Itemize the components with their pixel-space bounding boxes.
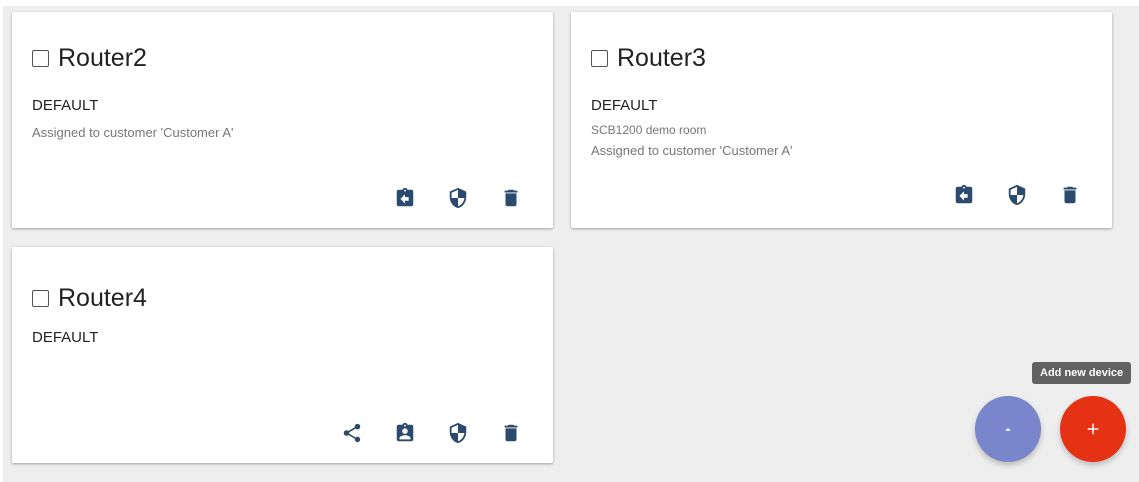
select-checkbox[interactable] <box>32 289 49 307</box>
select-checkbox[interactable] <box>32 49 49 67</box>
plus-icon <box>1087 423 1099 435</box>
select-checkbox[interactable] <box>591 49 608 67</box>
unassign-from-customer-button[interactable] <box>393 186 417 210</box>
share-icon <box>343 423 361 443</box>
make-public-share-button[interactable] <box>340 421 364 445</box>
assignment-return-icon <box>396 187 414 207</box>
security-shield-icon <box>449 422 467 444</box>
delete-icon <box>504 189 518 207</box>
device-type: DEFAULT <box>32 97 99 114</box>
manage-credentials-button[interactable] <box>1005 183 1029 207</box>
delete-icon <box>1063 186 1077 204</box>
device-label: SCB1200 demo room <box>591 123 707 137</box>
delete-device-button[interactable] <box>499 421 523 445</box>
manage-credentials-button[interactable] <box>446 186 470 210</box>
device-assigned-customer: Assigned to customer 'Customer A' <box>32 125 234 140</box>
toggle-actions-fab[interactable] <box>975 396 1041 462</box>
delete-device-button[interactable] <box>1058 183 1082 207</box>
security-shield-icon <box>1008 184 1026 206</box>
arrow-up-icon <box>1005 427 1011 431</box>
device-card-router4[interactable]: Router4 DEFAULT <box>12 247 553 463</box>
card-actions <box>923 183 1082 207</box>
device-type: DEFAULT <box>32 329 99 346</box>
add-device-tooltip: Add new device <box>1032 362 1132 384</box>
devices-grid: Router2 DEFAULT Assigned to customer 'Cu… <box>3 6 1139 482</box>
delete-device-button[interactable] <box>499 186 523 210</box>
assignment-ind-icon <box>396 422 414 442</box>
device-name: Router3 <box>617 44 706 72</box>
manage-credentials-button[interactable] <box>446 421 470 445</box>
card-actions <box>311 421 523 445</box>
assign-to-customer-button[interactable] <box>393 421 417 445</box>
card-header: Router4 <box>32 283 147 313</box>
device-card-router2[interactable]: Router2 DEFAULT Assigned to customer 'Cu… <box>12 12 553 228</box>
card-header: Router2 <box>32 43 147 73</box>
add-new-device-fab[interactable] <box>1060 396 1126 462</box>
card-header: Router3 <box>591 43 706 73</box>
device-name: Router4 <box>58 284 147 312</box>
security-shield-icon <box>449 187 467 209</box>
unassign-from-customer-button[interactable] <box>952 183 976 207</box>
device-assigned-customer: Assigned to customer 'Customer A' <box>591 143 793 158</box>
assignment-return-icon <box>955 184 973 204</box>
device-type: DEFAULT <box>591 97 658 114</box>
device-card-router3[interactable]: Router3 DEFAULT SCB1200 demo room Assign… <box>571 12 1112 228</box>
delete-icon <box>504 424 518 442</box>
card-actions <box>364 186 523 210</box>
device-name: Router2 <box>58 44 147 72</box>
